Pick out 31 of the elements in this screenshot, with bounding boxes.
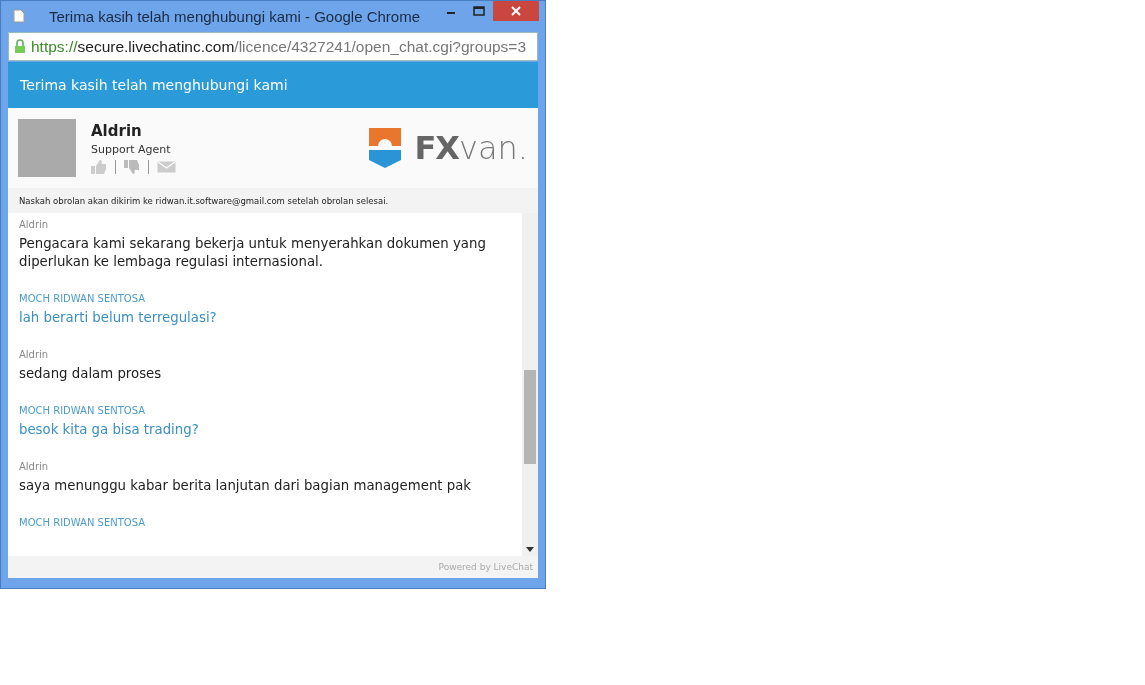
scroll-down-icon[interactable] — [526, 547, 534, 552]
thumbs-up-icon[interactable] — [91, 160, 107, 174]
sender-name: MOCH RIDWAN SENTOSA — [19, 517, 147, 528]
thumbs-down-icon[interactable] — [124, 160, 140, 174]
sender-name: MOCH RIDWAN SENTOSA — [19, 293, 147, 304]
envelope-icon[interactable] — [157, 161, 176, 173]
message-text: saya menunggu kabar berita lanjutan dari bagian management pak — [19, 477, 473, 495]
maximize-icon — [473, 6, 485, 16]
scrollbar-thumb[interactable] — [524, 370, 536, 464]
address-bar[interactable]: https://secure.livechatinc.com/licence/4327241/open_chat.cgi?groups=3 — [8, 32, 538, 61]
close-button[interactable] — [493, 1, 539, 21]
header-title: Terima kasih telah menghubungi kami — [20, 77, 288, 93]
message-text: Pengacara kami sekarang bekerja untuk menyerahkan dokumen yang diperlukan ke lembaga regulasi internasional. — [19, 235, 487, 271]
lock-icon — [14, 39, 26, 54]
window-title: Terima kasih telah menghubungi kami - Google Chrome — [49, 7, 421, 25]
sender-name: Aldrin — [19, 349, 50, 360]
sender-name: Aldrin — [19, 219, 50, 230]
url-text: https://secure.livechatinc.com/licence/4327241/open_chat.cgi?groups=3 — [31, 37, 527, 56]
photo-placeholder — [18, 119, 76, 177]
message-text: besok kita ga bisa trading? — [19, 421, 200, 439]
agent-name: Aldrin — [91, 122, 143, 140]
sender-name: Aldrin — [19, 461, 50, 472]
company-logo: FXvan. — [366, 128, 528, 168]
agent-role: Support Agent — [91, 143, 172, 156]
powered-by-text: Powered by LiveChat — [438, 562, 533, 572]
close-icon — [511, 6, 521, 16]
page-icon — [13, 9, 25, 23]
transcript-notice: Naskah obrolan akan dikirim ke ridwan.it.software@gmail.com setelah obrolan selesai. — [19, 195, 389, 206]
sender-name: MOCH RIDWAN SENTOSA — [19, 405, 147, 416]
message-text: sedang dalam proses — [19, 365, 163, 383]
message-text: lah berarti belum terregulasi? — [19, 309, 218, 327]
